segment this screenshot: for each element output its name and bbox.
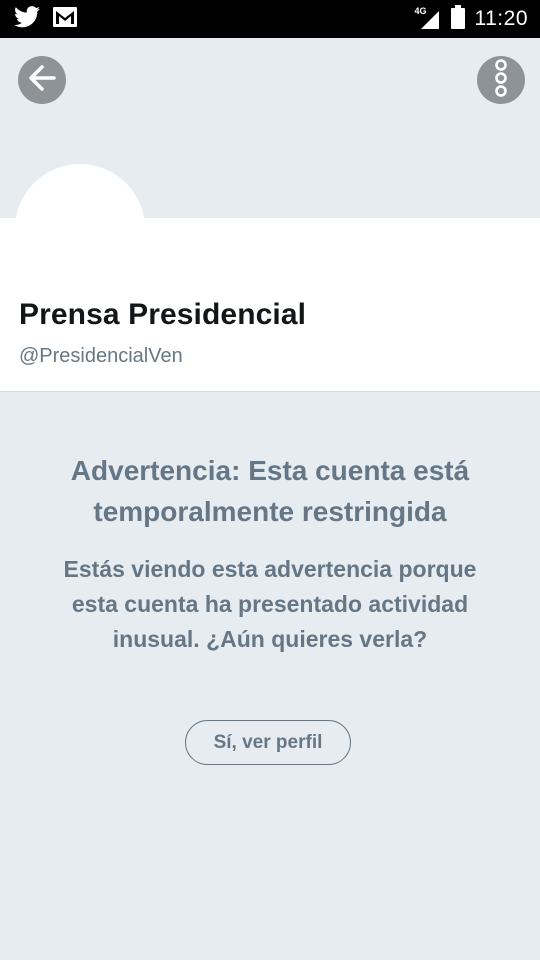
more-options-button[interactable] [477,56,525,104]
more-vertical-icon [493,58,509,103]
status-system: 4G 11:20 [415,0,529,38]
view-profile-button[interactable]: Sí, ver perfil [185,720,351,765]
status-notifications [14,6,78,33]
gmail-icon [52,6,78,33]
clock: 11:20 [474,7,528,30]
warning-message: Estás viendo esta advertencia porque est… [63,556,477,652]
signal-icon: 4G [415,6,441,30]
profile-display-name: Prensa Presidencial [19,298,307,331]
profile-card: Prensa Presidencial @PresidencialVen [0,218,540,392]
profile-handle: @PresidencialVen [19,345,183,367]
warning-title: Advertencia: Esta cuenta está temporalme… [70,455,470,527]
twitter-bird-icon [14,6,40,33]
battery-icon [450,4,465,34]
back-button[interactable] [18,56,66,104]
status-bar: 4G 11:20 [0,0,540,38]
arrow-left-icon [27,63,57,98]
